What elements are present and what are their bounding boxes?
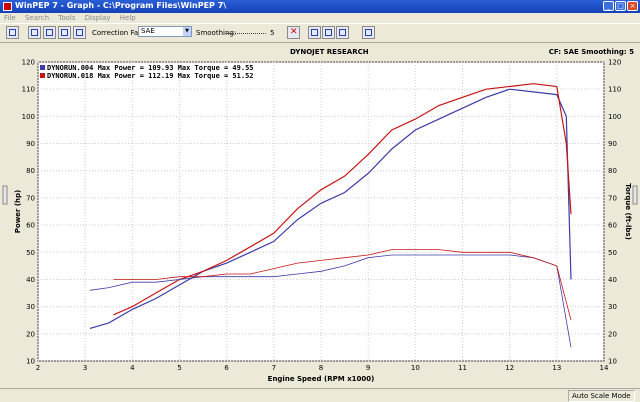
x-tick-label: 13 xyxy=(552,364,561,372)
y-left-tick-label: 120 xyxy=(22,59,35,67)
scale-mode-status: Auto Scale Mode xyxy=(568,390,635,402)
plot-area xyxy=(37,61,605,362)
legend-entry: DYNORUN.018 Max Power = 112.19 Max Torqu… xyxy=(47,72,254,80)
x-tick-label: 6 xyxy=(224,364,229,372)
legend-swatch xyxy=(40,65,45,70)
x-tick-label: 11 xyxy=(458,364,467,372)
x-tick-label: 10 xyxy=(411,364,420,372)
x-tick-label: 4 xyxy=(130,364,135,372)
y-left-axis-label: Power (hp) xyxy=(14,190,22,233)
x-tick-label: 12 xyxy=(505,364,514,372)
y-left-tick-label: 40 xyxy=(26,276,35,284)
y-right-tick-label: 10 xyxy=(608,358,617,366)
x-tick-label: 9 xyxy=(366,364,370,372)
y-left-tick-label: 50 xyxy=(26,249,35,257)
dyno-graph[interactable]: 2 3 4 5 6 7 8 9 10 11 12 13 1410 1020 2030 3040 4050 5060… xyxy=(0,0,640,400)
y-right-axis-label: Torque (ft-lbs) xyxy=(624,183,632,240)
y-right-tick-label: 70 xyxy=(608,194,617,202)
x-tick-label: 7 xyxy=(272,364,276,372)
y-left-tick-label: 10 xyxy=(26,358,35,366)
x-tick-label: 5 xyxy=(177,364,181,372)
y-right-tick-label: 90 xyxy=(608,140,617,148)
legend-swatch xyxy=(40,73,45,78)
right-axis-handle xyxy=(632,185,638,205)
y-right-tick-label: 120 xyxy=(608,59,621,67)
y-right-tick-label: 20 xyxy=(608,330,617,338)
x-axis-label: Engine Speed (RPM x1000) xyxy=(268,375,375,383)
y-left-tick-label: 100 xyxy=(22,113,35,121)
left-axis-handle xyxy=(2,185,8,205)
y-left-tick-label: 30 xyxy=(26,303,35,311)
y-left-tick-label: 60 xyxy=(26,222,35,230)
y-left-tick-label: 90 xyxy=(26,140,35,148)
y-right-tick-label: 40 xyxy=(608,276,617,284)
legend-entry: DYNORUN.004 Max Power = 109.93 Max Torqu… xyxy=(47,64,254,72)
x-tick-label: 8 xyxy=(319,364,323,372)
y-right-tick-label: 60 xyxy=(608,222,617,230)
status-bar: Auto Scale Mode xyxy=(0,388,640,402)
x-tick-label: 2 xyxy=(36,364,40,372)
y-right-tick-label: 110 xyxy=(608,86,621,94)
y-left-tick-label: 80 xyxy=(26,167,35,175)
y-right-tick-label: 80 xyxy=(608,167,617,175)
x-tick-label: 3 xyxy=(83,364,87,372)
y-left-tick-label: 20 xyxy=(26,330,35,338)
y-left-tick-label: 70 xyxy=(26,194,35,202)
y-right-tick-label: 100 xyxy=(608,113,621,121)
y-right-tick-label: 30 xyxy=(608,303,617,311)
y-left-tick-label: 110 xyxy=(22,86,35,94)
y-right-tick-label: 50 xyxy=(608,249,617,257)
